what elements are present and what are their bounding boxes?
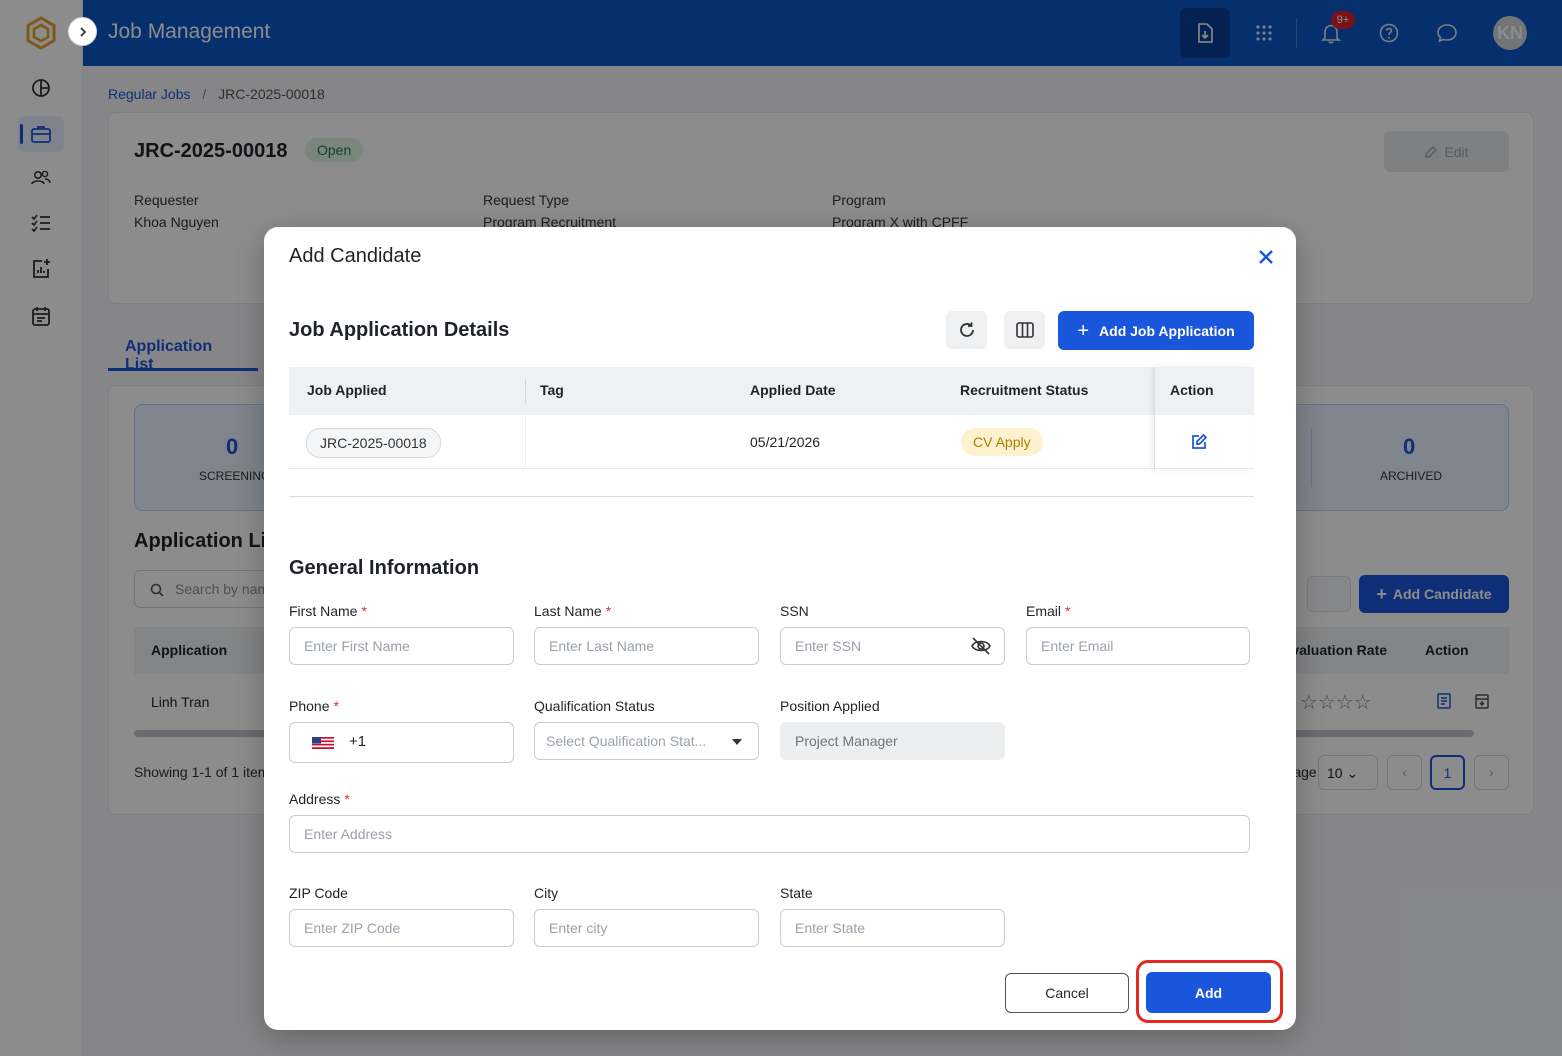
ssn-label: SSN: [780, 603, 809, 619]
columns-icon: [1015, 322, 1034, 338]
job-application-table: Job Applied Tag Applied Date Recruitment…: [289, 367, 1254, 470]
phone-input[interactable]: +1: [289, 722, 514, 763]
column-recruitment-status: Recruitment Status: [960, 382, 1089, 398]
qualification-status-select[interactable]: Select Qualification Stat...: [534, 722, 759, 760]
column-divider: [525, 379, 526, 403]
action-column: Action: [1154, 367, 1254, 470]
edit-application-icon[interactable]: [1190, 433, 1208, 456]
add-job-application-button[interactable]: + Add Job Application: [1058, 311, 1254, 350]
refresh-icon: [959, 322, 974, 337]
ssn-input[interactable]: Enter SSN: [780, 627, 1005, 665]
qualification-placeholder: Select Qualification Stat...: [546, 733, 707, 749]
table-row: JRC-2025-00018 05/21/2026 CV Apply: [289, 415, 1254, 469]
job-application-section-title: Job Application Details: [289, 319, 510, 341]
us-flag-icon[interactable]: [312, 737, 334, 749]
phone-country-code: +1: [349, 733, 367, 750]
add-job-application-label: Add Job Application: [1099, 322, 1235, 339]
caret-down-icon: [732, 739, 742, 745]
add-candidate-modal: Add Candidate Job Application Details + …: [264, 227, 1296, 1030]
address-label: Address *: [289, 791, 350, 807]
state-input[interactable]: Enter State: [780, 909, 1005, 947]
general-info-section-title: General Information: [289, 557, 480, 579]
position-applied-label: Position Applied: [780, 698, 880, 714]
address-input[interactable]: Enter Address: [289, 815, 1250, 853]
cancel-button[interactable]: Cancel: [1005, 973, 1129, 1013]
position-applied-field: Project Manager: [780, 722, 1005, 760]
state-label: State: [780, 885, 813, 901]
plus-icon: +: [1077, 319, 1090, 342]
modal-title: Add Candidate: [289, 245, 422, 267]
zip-code-input[interactable]: Enter ZIP Code: [289, 909, 514, 947]
section-divider: [289, 496, 1254, 497]
column-tag: Tag: [540, 382, 564, 398]
column-applied-date: Applied Date: [750, 382, 836, 398]
column-job-applied: Job Applied: [307, 382, 387, 398]
refresh-button[interactable]: [946, 311, 987, 349]
email-label: Email *: [1026, 603, 1071, 619]
first-name-label: First Name *: [289, 603, 367, 619]
recruitment-status-badge: CV Apply: [961, 428, 1043, 456]
applied-date-cell: 05/21/2026: [750, 434, 821, 450]
ssn-placeholder: Enter SSN: [795, 638, 862, 654]
last-name-input[interactable]: Enter Last Name: [534, 627, 759, 665]
job-applied-chip: JRC-2025-00018: [306, 428, 441, 458]
city-label: City: [534, 885, 559, 901]
qualification-status-label: Qualification Status: [534, 698, 655, 714]
add-button[interactable]: Add: [1146, 972, 1271, 1013]
zip-code-label: ZIP Code: [289, 885, 348, 901]
column-settings-button[interactable]: [1004, 311, 1045, 349]
phone-label: Phone *: [289, 698, 339, 714]
last-name-label: Last Name *: [534, 603, 612, 619]
first-name-input[interactable]: Enter First Name: [289, 627, 514, 665]
email-field[interactable]: Enter Email: [1026, 627, 1250, 665]
column-action: Action: [1170, 382, 1214, 398]
cell-divider: [525, 415, 526, 469]
eye-off-icon[interactable]: [970, 637, 992, 655]
city-input[interactable]: Enter city: [534, 909, 759, 947]
sidebar-expand-button[interactable]: [68, 17, 97, 46]
job-table-header: Job Applied Tag Applied Date Recruitment…: [289, 367, 1254, 415]
close-icon[interactable]: [1254, 245, 1278, 269]
